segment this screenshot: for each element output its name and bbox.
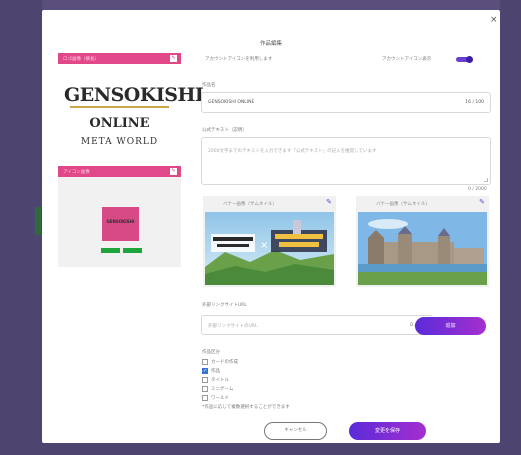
edit-icon[interactable]: ✎ bbox=[170, 168, 177, 175]
banner-2-title: バナー画像（サムネイル） bbox=[376, 202, 430, 207]
pen-icon[interactable]: ✎ bbox=[326, 198, 332, 206]
cancel-button[interactable]: キャンセル bbox=[264, 422, 327, 440]
icon-thumbnail-text: GENSOKISHI bbox=[106, 219, 135, 224]
toggle-label: アカウントアイコン表示 bbox=[382, 57, 432, 62]
logo-divider bbox=[70, 106, 169, 108]
icon-card-body: GENSOKISHI bbox=[58, 177, 181, 267]
pen-icon[interactable]: ✎ bbox=[479, 198, 485, 206]
checkbox-label: カードの作成 bbox=[211, 360, 238, 365]
toggle-knob[interactable] bbox=[466, 56, 473, 63]
icon-action-button[interactable] bbox=[123, 248, 142, 253]
icon-thumbnail: GENSOKISHI bbox=[102, 207, 139, 241]
description-placeholder: 2000文字までのテキストを入力できます「公式テキスト」の記入を推奨しています bbox=[208, 149, 377, 154]
checkbox[interactable] bbox=[202, 359, 208, 365]
banner-1-image: × bbox=[205, 212, 334, 285]
checkbox-label: タイトル bbox=[211, 378, 229, 383]
logo-brand: GENSOKISHI bbox=[64, 84, 204, 106]
name-label: 作品名 bbox=[202, 83, 216, 88]
category-note: *作品に応じて複数選択することができます bbox=[202, 405, 290, 410]
logo-image: GENSOKISHI ONLINE META WORLD bbox=[58, 72, 204, 162]
banner-1-title: バナー画像（サムネイル） bbox=[223, 202, 277, 207]
icon-card-header: アイコン画像 ✎ bbox=[58, 166, 181, 177]
checkbox[interactable] bbox=[202, 395, 208, 401]
backdrop-right bbox=[500, 0, 521, 455]
description-textarea[interactable]: 2000文字までのテキストを入力できます「公式テキスト」の記入を推奨しています bbox=[201, 137, 491, 185]
close-icon[interactable]: × bbox=[490, 15, 498, 25]
icon-card-title: アイコン画像 bbox=[63, 170, 90, 175]
save-button[interactable]: 変更を保存 bbox=[349, 422, 426, 440]
checkbox[interactable] bbox=[202, 377, 208, 383]
description-char-count: 0 / 2000 bbox=[468, 187, 487, 192]
url-placeholder: 外部リンクサイトのURL bbox=[208, 324, 258, 329]
url-input[interactable]: 外部リンクサイトのURL 0 / 300 bbox=[201, 315, 433, 335]
add-button[interactable]: 追加 bbox=[415, 317, 486, 335]
name-char-count: 16 / 100 bbox=[465, 100, 484, 105]
banner-card-2: バナー画像（サムネイル） ✎ bbox=[356, 196, 489, 287]
edit-icon[interactable]: ✎ bbox=[170, 55, 177, 62]
edit-modal: × 作品編集 ロゴ画像（横長） ✎ GENSOKISHI ONLINE META… bbox=[42, 10, 500, 443]
backdrop-bottom bbox=[0, 443, 521, 455]
description-label: 公式テキスト（説明） bbox=[202, 128, 247, 133]
name-input[interactable]: GENSOKISHI ONLINE 16 / 100 bbox=[201, 92, 491, 113]
checkbox-label: ワールド bbox=[211, 396, 229, 401]
logo-subtitle: ONLINE bbox=[89, 116, 150, 131]
logo-tagline: META WORLD bbox=[80, 137, 159, 147]
checkbox[interactable] bbox=[202, 386, 208, 392]
banner-card-1: バナー画像（サムネイル） ✎ × bbox=[203, 196, 336, 287]
name-input-value: GENSOKISHI ONLINE bbox=[208, 100, 255, 105]
resize-handle[interactable] bbox=[484, 178, 488, 182]
checkbox-label: 作品 bbox=[211, 369, 220, 374]
banner-2-image bbox=[358, 212, 487, 285]
svg-text:×: × bbox=[260, 240, 268, 251]
logo-card-title: ロゴ画像（横長） bbox=[63, 57, 99, 62]
checkbox-label: ミニゲーム bbox=[211, 387, 234, 392]
icon-action-button[interactable] bbox=[101, 248, 120, 253]
url-label: 外部リンクサイトURL bbox=[202, 303, 247, 308]
check-icon[interactable]: ✓ bbox=[202, 368, 208, 374]
modal-title: 作品編集 bbox=[259, 41, 282, 47]
account-icon-label: アカウントアイコンを利用します bbox=[205, 57, 273, 62]
category-label: 作品区分 bbox=[202, 350, 220, 355]
backdrop-accent bbox=[35, 207, 41, 235]
logo-card-header: ロゴ画像（横長） ✎ bbox=[58, 53, 181, 64]
